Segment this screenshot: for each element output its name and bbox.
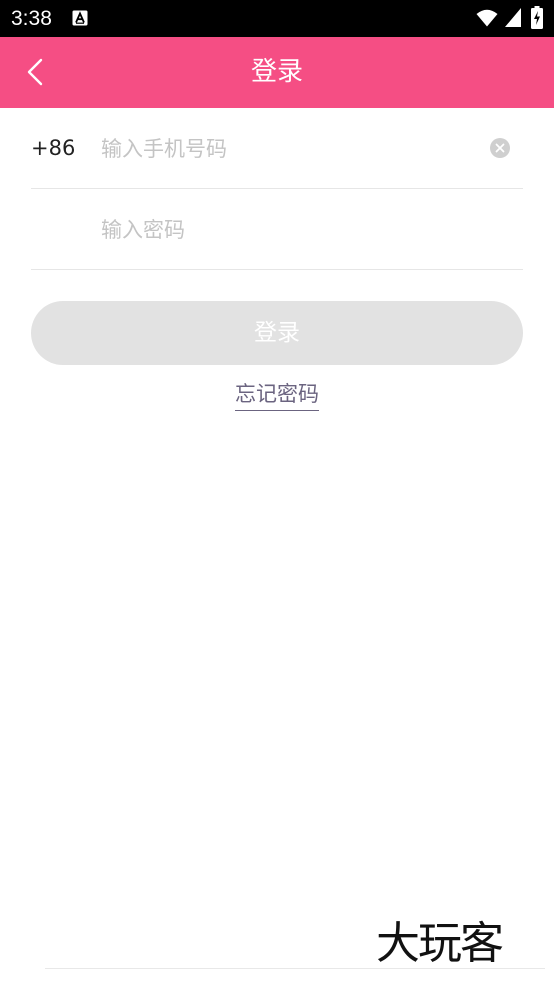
clear-circle-icon bbox=[495, 143, 505, 153]
signal-icon bbox=[505, 8, 521, 27]
title-bar: 登录 bbox=[0, 37, 554, 108]
back-button[interactable] bbox=[14, 51, 56, 93]
phone-input[interactable] bbox=[101, 128, 481, 170]
battery-charging-icon bbox=[531, 6, 543, 29]
login-button[interactable]: 登录 bbox=[31, 301, 523, 365]
wifi-icon bbox=[476, 9, 498, 27]
clear-phone-button[interactable] bbox=[490, 138, 510, 158]
phone-row: +86 bbox=[31, 108, 523, 189]
a-letter-icon bbox=[72, 10, 88, 26]
page-title: 登录 bbox=[250, 57, 303, 87]
login-screen: 3:38 登录 +86 输入手机号码 登录 忘记密码 大玩客 bbox=[0, 0, 554, 985]
forgot-password-link[interactable]: 忘记密码 bbox=[235, 378, 319, 411]
country-code[interactable]: +86 bbox=[31, 108, 75, 189]
password-input[interactable] bbox=[101, 209, 481, 251]
chevron-left-icon bbox=[27, 58, 43, 86]
status-time: 3:38 bbox=[11, 7, 52, 30]
watermark-logo: 大玩客 bbox=[376, 918, 504, 969]
status-bar: 3:38 bbox=[0, 0, 554, 37]
password-row bbox=[31, 189, 523, 270]
forgot-password-container: 忘记密码 bbox=[0, 378, 554, 411]
